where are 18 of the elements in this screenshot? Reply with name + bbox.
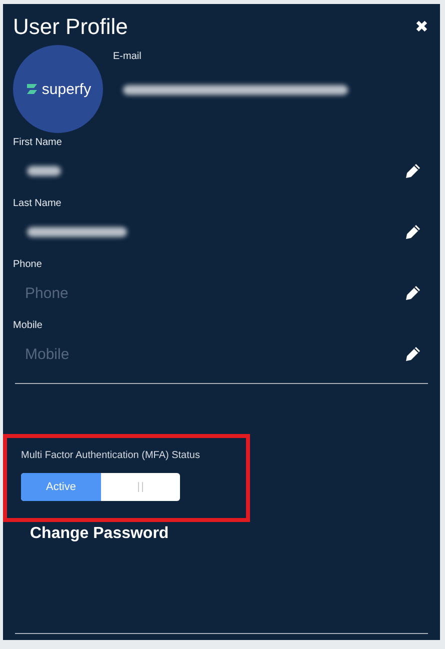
- field-label: First Name: [13, 137, 63, 148]
- field-label: Mobile: [13, 320, 44, 331]
- logo-text: superfy: [42, 80, 92, 98]
- field-label: E-mail: [113, 51, 142, 62]
- pencil-icon[interactable]: [405, 163, 421, 179]
- window-title: User Profile: [13, 14, 128, 40]
- field-label: Last Name: [13, 198, 62, 209]
- pencil-icon[interactable]: [405, 346, 421, 362]
- grip-icon: [138, 482, 143, 492]
- mfa-label: Multi Factor Authentication (MFA) Status: [21, 450, 201, 461]
- change-password-link[interactable]: Change Password: [30, 525, 428, 543]
- pencil-icon[interactable]: [405, 224, 421, 240]
- pencil-icon[interactable]: [405, 285, 421, 301]
- logo-mark-icon: [24, 82, 39, 96]
- input-field[interactable]: Mobile: [13, 346, 225, 362]
- field-label: Phone: [13, 259, 43, 270]
- close-button[interactable]: ✖: [415, 17, 428, 37]
- input-field[interactable]: Phone: [13, 284, 225, 302]
